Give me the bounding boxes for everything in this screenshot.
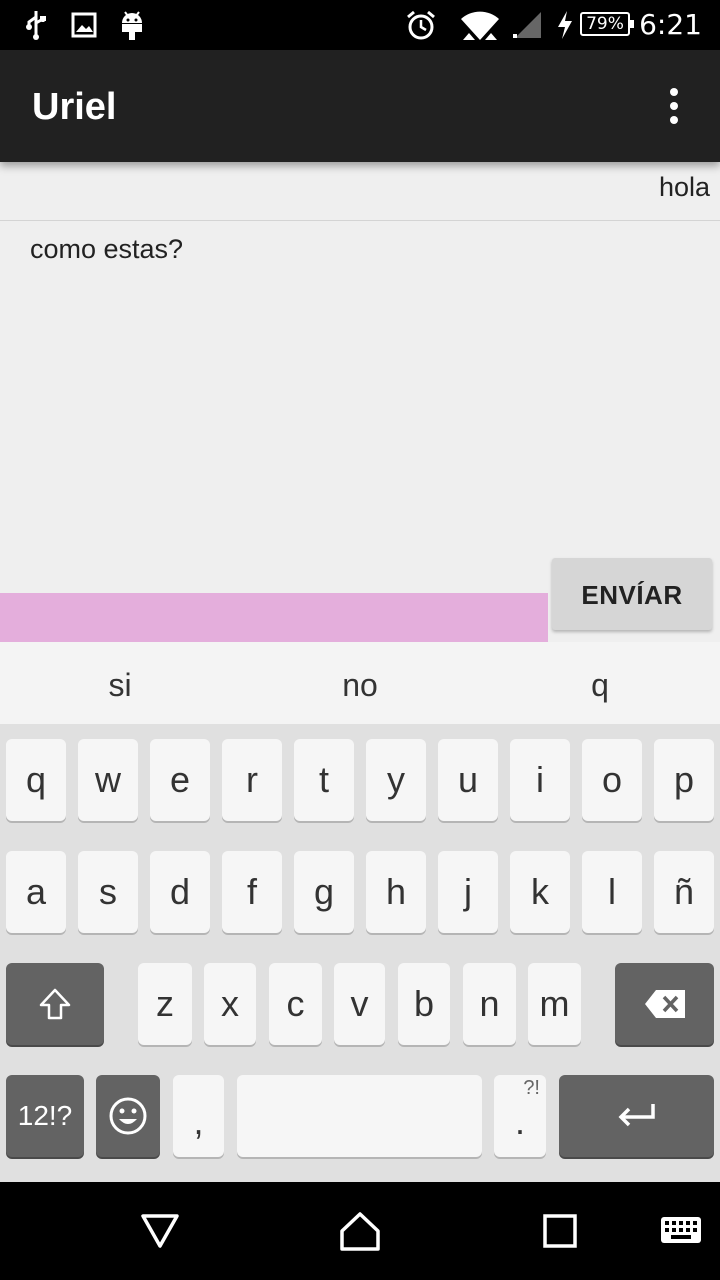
navigation-bar xyxy=(0,1182,720,1280)
key-i[interactable]: i xyxy=(510,739,570,821)
battery-indicator: 79% xyxy=(580,12,634,36)
key-e[interactable]: e xyxy=(150,739,210,821)
backspace-icon xyxy=(644,990,685,1018)
image-icon xyxy=(70,8,98,42)
key-r[interactable]: r xyxy=(222,739,282,821)
key-l[interactable]: l xyxy=(582,851,642,933)
key-d[interactable]: d xyxy=(150,851,210,933)
app-bar: Uriel xyxy=(0,50,720,162)
key-k[interactable]: k xyxy=(510,851,570,933)
more-vert-icon[interactable] xyxy=(654,86,694,126)
key-c[interactable]: c xyxy=(269,963,322,1045)
key-a[interactable]: a xyxy=(6,851,66,933)
comma-key[interactable]: , xyxy=(173,1075,224,1157)
chat-message-received: como estas? xyxy=(30,234,184,264)
period-hint: ?! xyxy=(523,1077,540,1099)
back-icon[interactable] xyxy=(135,1206,185,1256)
key-f[interactable]: f xyxy=(222,851,282,933)
signal-icon xyxy=(510,8,544,42)
suggestion-item[interactable]: no xyxy=(240,642,480,724)
page-title: Uriel xyxy=(32,86,117,128)
key-y[interactable]: y xyxy=(366,739,426,821)
send-button[interactable]: ENVÍAR xyxy=(552,558,712,630)
key-b[interactable]: b xyxy=(398,963,450,1045)
wifi-icon xyxy=(458,8,502,42)
shift-icon xyxy=(39,988,71,1020)
symbols-key[interactable]: 12!? xyxy=(6,1075,84,1157)
shift-key[interactable] xyxy=(6,963,104,1045)
key-t[interactable]: t xyxy=(294,739,354,821)
home-icon[interactable] xyxy=(335,1206,385,1256)
key-g[interactable]: g xyxy=(294,851,354,933)
key-n[interactable]: n xyxy=(463,963,516,1045)
charging-icon xyxy=(554,8,576,42)
key-u[interactable]: u xyxy=(438,739,498,821)
status-bar: 79% 6:21 xyxy=(0,0,720,50)
emoji-icon xyxy=(109,1097,147,1135)
return-icon xyxy=(618,1104,655,1127)
message-input[interactable] xyxy=(0,593,548,644)
key-v[interactable]: v xyxy=(334,963,385,1045)
suggestion-strip: si no q xyxy=(0,642,720,724)
backspace-key[interactable] xyxy=(615,963,714,1045)
message-divider xyxy=(0,220,720,221)
chat-message-sent: hola xyxy=(658,172,710,202)
key-h[interactable]: h xyxy=(366,851,426,933)
key-p[interactable]: p xyxy=(654,739,714,821)
suggestion-item[interactable]: si xyxy=(0,642,240,724)
key-x[interactable]: x xyxy=(204,963,256,1045)
keyboard-icon[interactable] xyxy=(656,1206,706,1256)
emoji-key[interactable] xyxy=(96,1075,160,1157)
key-q[interactable]: q xyxy=(6,739,66,821)
android-icon xyxy=(118,8,146,42)
enter-key[interactable] xyxy=(559,1075,714,1157)
soft-keyboard: q w e r t y u i o p a s d f g h j k l ñ … xyxy=(0,724,720,1182)
key-enye[interactable]: ñ xyxy=(654,851,714,933)
key-w[interactable]: w xyxy=(78,739,138,821)
usb-icon xyxy=(22,8,50,42)
space-bar[interactable] xyxy=(237,1075,482,1157)
suggestion-item[interactable]: q xyxy=(480,642,720,724)
key-m[interactable]: m xyxy=(528,963,581,1045)
recents-icon[interactable] xyxy=(535,1206,585,1256)
alarm-icon xyxy=(404,8,438,42)
key-j[interactable]: j xyxy=(438,851,498,933)
period-label: . xyxy=(514,1101,525,1142)
key-o[interactable]: o xyxy=(582,739,642,821)
key-s[interactable]: s xyxy=(78,851,138,933)
clock: 6:21 xyxy=(639,8,702,41)
key-z[interactable]: z xyxy=(138,963,192,1045)
period-key[interactable]: ?! . xyxy=(494,1075,546,1157)
